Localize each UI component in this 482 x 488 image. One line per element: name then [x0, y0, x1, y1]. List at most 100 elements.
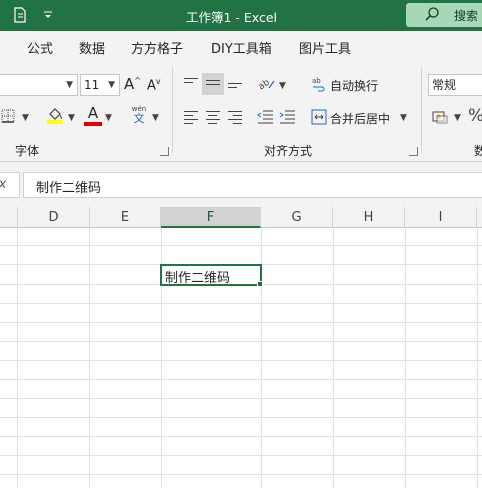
customize-quick-access-icon[interactable]: [40, 7, 56, 23]
column-header-d[interactable]: D: [18, 207, 90, 228]
fx-icon[interactable]: fx: [0, 177, 6, 192]
svg-text:ab: ab: [312, 77, 321, 85]
svg-text:ab: ab: [258, 78, 272, 92]
group-label-alignment: 对齐方式: [264, 144, 313, 158]
phonetic-button[interactable]: wén 文: [131, 105, 147, 125]
chevron-down-icon[interactable]: ▼: [279, 81, 286, 91]
font-name-dropdown[interactable]: ▼: [0, 74, 78, 96]
font-color-button[interactable]: A: [84, 104, 102, 126]
orientation-icon: ab: [257, 78, 275, 92]
orientation-button[interactable]: ab: [257, 76, 276, 95]
accounting-format-button[interactable]: [432, 109, 448, 128]
tab-formulas[interactable]: 公式: [27, 38, 53, 57]
decrease-indent-button[interactable]: [257, 110, 273, 127]
group-divider: [172, 67, 173, 153]
column-header-g[interactable]: G: [261, 207, 333, 228]
cell-value: 制作二维码: [165, 271, 231, 286]
font-dialog-launcher-icon[interactable]: [160, 147, 169, 156]
title-bar: 工作簿1 - Excel 搜索: [0, 0, 482, 31]
gridline: [0, 322, 482, 323]
accounting-format-icon: [432, 111, 448, 124]
tab-fangfanggezi[interactable]: 方方格子: [131, 38, 183, 57]
gridline: [0, 436, 482, 437]
align-left-icon[interactable]: [184, 111, 198, 127]
tab-diy-toolbox[interactable]: DIY工具箱: [211, 38, 272, 57]
grow-font-icon: A: [124, 75, 135, 93]
column-header-f[interactable]: F: [161, 207, 261, 228]
wrap-text-label: 自动换行: [330, 79, 379, 93]
column-headers: D E F G H I: [0, 207, 482, 228]
chevron-down-icon[interactable]: ▼: [454, 113, 461, 123]
chevron-down-icon[interactable]: ▼: [152, 113, 159, 123]
gridline: [477, 228, 478, 488]
formula-value: 制作二维码: [36, 181, 102, 196]
fill-color-button[interactable]: [46, 105, 64, 128]
gridline: [17, 228, 18, 488]
increase-indent-button[interactable]: [279, 110, 295, 127]
shrink-font-button[interactable]: Av: [147, 77, 161, 93]
wrap-text-button[interactable]: ab 自动换行: [312, 76, 378, 95]
gridline: [0, 379, 482, 380]
gridline: [89, 228, 90, 488]
worksheet-grid[interactable]: D E F G H I 制作二维码: [0, 207, 482, 488]
top-align-icon[interactable]: [184, 78, 198, 86]
window-title: 工作簿1 - Excel: [186, 10, 278, 25]
shrink-font-icon: A: [147, 78, 156, 94]
middle-align-icon[interactable]: [206, 80, 220, 88]
tab-picture-tools[interactable]: 图片工具: [299, 38, 351, 57]
gridline: [0, 455, 482, 456]
gridline: [405, 228, 406, 488]
gridline: [333, 228, 334, 488]
align-center-icon[interactable]: [206, 111, 220, 127]
borders-icon: [1, 109, 15, 123]
phonetic-char: 文: [133, 112, 145, 125]
chevron-down-icon[interactable]: ▼: [105, 113, 112, 123]
font-size-dropdown[interactable]: 11 ▼: [80, 74, 120, 96]
align-right-icon[interactable]: [228, 111, 242, 127]
gridline: [0, 245, 482, 246]
column-header-c-partial[interactable]: [0, 207, 18, 228]
borders-button[interactable]: [0, 108, 16, 127]
gridline: [0, 303, 482, 304]
alignment-dialog-launcher-icon[interactable]: [409, 147, 418, 156]
tab-data[interactable]: 数据: [79, 38, 105, 57]
chevron-down-icon: ▼: [108, 80, 115, 90]
formula-bar: fx 制作二维码: [0, 162, 482, 207]
search-icon: [424, 6, 440, 25]
gridline: [0, 474, 482, 475]
number-format-dropdown[interactable]: 常规: [428, 74, 482, 96]
merge-center-label: 合并后居中: [330, 112, 391, 126]
grow-font-button[interactable]: A^: [124, 75, 141, 93]
column-header-i[interactable]: I: [405, 207, 477, 228]
number-format-value: 常规: [432, 78, 457, 92]
fill-bucket-icon: [47, 108, 63, 124]
column-header-e[interactable]: E: [90, 207, 161, 228]
group-label-number: 数: [474, 144, 482, 158]
chevron-down-icon[interactable]: ▼: [400, 113, 407, 123]
font-color-icon: A: [87, 104, 99, 122]
group-divider: [421, 67, 422, 153]
column-header-h[interactable]: H: [333, 207, 405, 228]
percent-style-button[interactable]: %: [468, 106, 482, 126]
increase-indent-icon: [279, 110, 295, 124]
chevron-down-icon[interactable]: ▼: [22, 113, 29, 123]
insert-function-box[interactable]: fx: [0, 172, 20, 198]
chevron-down-icon[interactable]: ▼: [68, 113, 75, 123]
search-label: 搜索: [454, 9, 479, 23]
gridline: [0, 341, 482, 342]
chevron-down-icon: ▼: [66, 80, 73, 90]
gridline: [0, 398, 482, 399]
merge-center-icon: [311, 109, 327, 125]
bottom-align-icon[interactable]: [228, 83, 242, 91]
formula-input[interactable]: 制作二维码: [23, 172, 482, 198]
fill-handle[interactable]: [257, 281, 263, 287]
ribbon: ▼ 11 ▼ A^ Av ▼ ▼ A ▼ wén 文 ▼ 字体 ab ▼ ab …: [0, 61, 482, 162]
active-cell-f3[interactable]: 制作二维码: [160, 264, 262, 286]
search-box[interactable]: 搜索: [406, 3, 482, 27]
group-label-font: 字体: [15, 144, 40, 158]
font-size-value: 11: [84, 78, 100, 92]
ribbon-tabs: 公式 数据 方方格子 DIY工具箱 图片工具: [0, 31, 482, 61]
save-file-icon[interactable]: [12, 7, 28, 23]
merge-center-button[interactable]: 合并后居中: [311, 109, 390, 128]
wrap-text-icon: ab: [312, 77, 325, 92]
